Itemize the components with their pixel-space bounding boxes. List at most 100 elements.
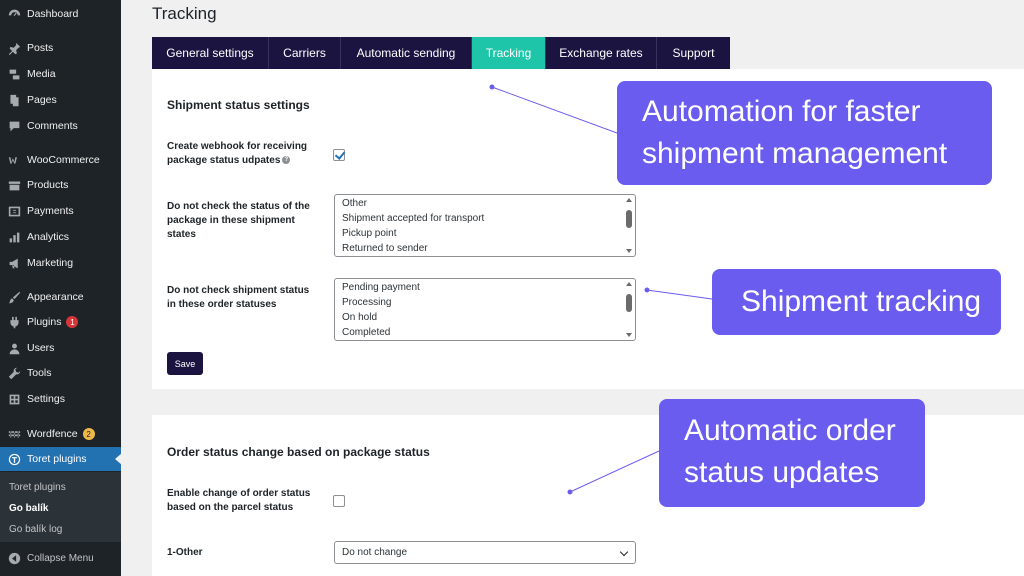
sidebar-item-settings[interactable]: Settings	[0, 387, 121, 411]
sidebar-item-label: Toret plugins	[27, 453, 87, 465]
toret-icon	[7, 452, 21, 466]
enable-change-checkbox[interactable]	[333, 495, 345, 507]
brush-icon	[7, 290, 21, 304]
megaphone-icon	[7, 256, 21, 270]
scroll-thumb[interactable]	[626, 294, 632, 312]
listbox-scrollbar[interactable]	[625, 281, 633, 338]
settings-icon	[7, 392, 21, 406]
status-change-select[interactable]: Do not change	[334, 541, 636, 564]
sidebar-item-label: Payments	[27, 205, 74, 217]
exclude-shipment-states-listbox[interactable]: Other Shipment accepted for transport Pi…	[334, 194, 636, 257]
help-icon[interactable]: ?	[282, 156, 291, 165]
sidebar-item-label: Tools	[27, 367, 52, 379]
sidebar-item-comments[interactable]: Comments	[0, 114, 121, 138]
exclude-order-statuses-listbox[interactable]: Pending payment Processing On hold Compl…	[334, 278, 636, 341]
tab-automatic-sending[interactable]: Automatic sending	[341, 37, 472, 69]
status-row-label: 1-Other	[167, 547, 203, 558]
sidebar-item-label: Settings	[27, 393, 65, 405]
plug-icon	[7, 315, 21, 329]
submenu-item-toret-plugins[interactable]: Toret plugins	[9, 482, 66, 493]
sidebar-item-media[interactable]: Media	[0, 62, 121, 86]
sidebar-item-label: Marketing	[27, 257, 74, 269]
list-option[interactable]: Returned to sender	[342, 243, 428, 254]
comments-icon	[7, 119, 21, 133]
sidebar-item-label: Media	[27, 68, 56, 80]
callout-tracking: Shipment tracking	[712, 269, 1001, 335]
chevron-down-icon	[619, 547, 629, 557]
sidebar-item-woocommerce[interactable]: WooCommerce	[0, 148, 121, 172]
callout-automation: Automation for faster shipment managemen…	[617, 81, 992, 185]
dashboard-icon	[7, 7, 21, 21]
products-icon	[7, 178, 21, 192]
pin-icon	[7, 41, 21, 55]
sidebar-item-wordfence[interactable]: Wordfence 2	[0, 422, 121, 446]
sidebar-item-plugins[interactable]: Plugins 1	[0, 310, 121, 334]
sidebar-item-products[interactable]: Products	[0, 173, 121, 197]
shipment-settings-title: Shipment status settings	[167, 98, 310, 112]
payments-icon	[7, 204, 21, 218]
tab-support[interactable]: Support	[657, 37, 730, 69]
enable-change-label: Enable change of order status based on t…	[167, 488, 311, 513]
submenu-item-go-balik[interactable]: Go balík	[9, 503, 48, 514]
sidebar-item-users[interactable]: Users	[0, 336, 121, 360]
tab-exchange-rates[interactable]: Exchange rates	[546, 37, 657, 69]
list-option[interactable]: Pending payment	[342, 282, 420, 293]
wordfence-alert-badge: 2	[82, 428, 95, 440]
exclude-states-label: Do not check the status of the package i…	[167, 201, 310, 240]
callout-order-updates-line2: status updates	[684, 456, 880, 489]
list-option[interactable]: Shipment accepted for transport	[342, 213, 484, 224]
sidebar-item-analytics[interactable]: Analytics	[0, 225, 121, 249]
collapse-menu-button[interactable]: Collapse Menu	[0, 546, 121, 570]
sidebar-item-label: Comments	[27, 120, 78, 132]
scroll-up-icon[interactable]	[626, 282, 632, 286]
analytics-icon	[7, 230, 21, 244]
save-button[interactable]: Save	[167, 352, 203, 375]
tab-tracking[interactable]: Tracking	[472, 37, 546, 69]
sidebar-item-posts[interactable]: Posts	[0, 36, 121, 60]
submenu-item-go-balik-log[interactable]: Go balík log	[9, 524, 62, 535]
callout-automation-line2: shipment management	[642, 137, 948, 170]
listbox-scrollbar[interactable]	[625, 197, 633, 254]
scroll-up-icon[interactable]	[626, 198, 632, 202]
sidebar-item-label: WooCommerce	[27, 154, 100, 166]
sidebar-item-appearance[interactable]: Appearance	[0, 285, 121, 309]
pages-icon	[7, 93, 21, 107]
sidebar-item-label: Products	[27, 179, 69, 191]
list-option[interactable]: Completed	[342, 327, 390, 338]
webhook-checkbox[interactable]	[333, 149, 345, 161]
list-option[interactable]: Processing	[342, 297, 391, 308]
sidebar-item-label: Appearance	[27, 291, 84, 303]
list-option[interactable]: Other	[342, 198, 367, 209]
plugins-update-badge: 1	[66, 316, 79, 328]
collapse-arrow-icon	[7, 551, 21, 565]
list-option[interactable]: On hold	[342, 312, 377, 323]
sidebar-item-pages[interactable]: Pages	[0, 88, 121, 112]
order-status-title: Order status change based on package sta…	[167, 445, 430, 459]
sidebar-item-label: Pages	[27, 94, 57, 106]
scroll-down-icon[interactable]	[626, 249, 632, 253]
tab-general-settings[interactable]: General settings	[152, 37, 269, 69]
sidebar-item-label: Posts	[27, 42, 54, 54]
sidebar-item-payments[interactable]: Payments	[0, 199, 121, 223]
scroll-down-icon[interactable]	[626, 333, 632, 337]
sidebar-item-label: Analytics	[27, 231, 70, 243]
sidebar-item-label: Plugins	[27, 316, 62, 328]
list-option[interactable]: Pickup point	[342, 228, 396, 239]
wordfence-icon	[7, 427, 21, 441]
page-title: Tracking	[152, 4, 217, 23]
user-icon	[7, 341, 21, 355]
sidebar-item-tools[interactable]: Tools	[0, 361, 121, 385]
callout-automation-line1: Automation for faster	[642, 95, 921, 128]
sidebar-item-marketing[interactable]: Marketing	[0, 251, 121, 275]
scroll-thumb[interactable]	[626, 210, 632, 228]
admin-sidebar: Dashboard Posts Media Pages Comments Woo…	[0, 0, 122, 576]
callout-order-updates: Automatic order status updates	[659, 399, 925, 507]
media-icon	[7, 67, 21, 81]
sidebar-item-toret-plugins[interactable]: Toret plugins	[0, 447, 122, 471]
callout-tracking-text: Shipment tracking	[741, 285, 982, 318]
tab-carriers[interactable]: Carriers	[269, 37, 341, 69]
woocommerce-icon	[7, 153, 21, 167]
sidebar-item-dashboard[interactable]: Dashboard	[0, 2, 121, 26]
select-value: Do not change	[342, 547, 408, 558]
settings-tabs: General settings Carriers Automatic send…	[152, 37, 730, 69]
